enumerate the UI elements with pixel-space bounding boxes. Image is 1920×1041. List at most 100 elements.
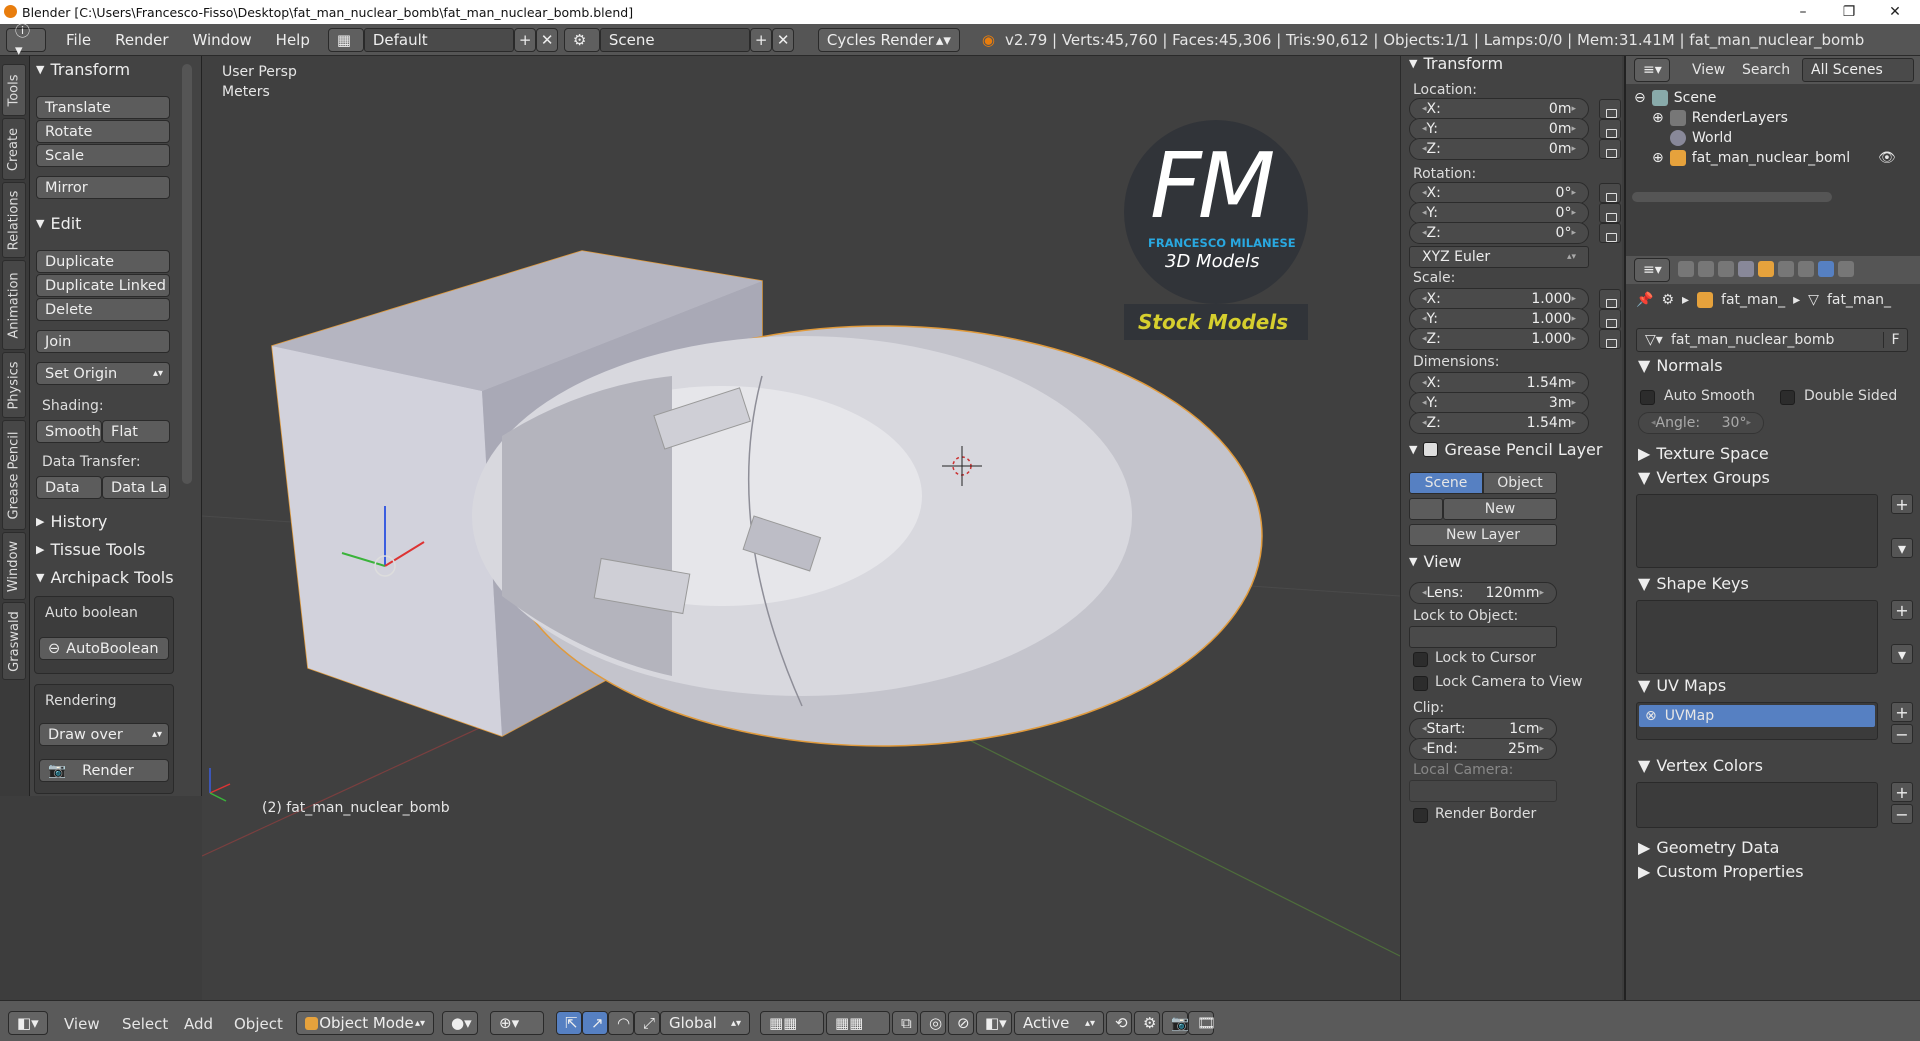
gp-pencil-icon[interactable] — [1409, 498, 1443, 520]
dimension-z-field[interactable]: ◂ Z: 1.54m ▸ — [1409, 412, 1589, 434]
add-vertex-group-button[interactable]: + — [1891, 494, 1913, 514]
flat-button[interactable]: Flat — [102, 420, 170, 443]
visibility-eye-icon[interactable]: 👁 — [1878, 150, 1896, 166]
add-scene-button[interactable]: + — [749, 27, 772, 52]
add-layout-button[interactable]: + — [513, 27, 536, 52]
custom-properties-header[interactable]: ▶ Custom Properties — [1638, 862, 1804, 881]
snap-target-select[interactable]: Active ▴▾ — [1014, 1011, 1104, 1035]
scale-z-field[interactable]: ◂ Z: 1.000 ▸ — [1409, 328, 1589, 350]
outliner-world-item[interactable]: World — [1670, 130, 1732, 146]
screen-layout-field[interactable]: Default — [363, 27, 514, 52]
menu-window[interactable]: Window — [181, 31, 264, 49]
tab-relations[interactable]: Relations — [2, 182, 26, 258]
menu-file[interactable]: File — [54, 31, 103, 49]
opengl-render-icon[interactable]: ⚙ — [1134, 1011, 1160, 1035]
delete-button[interactable]: Delete — [36, 298, 170, 321]
tab-graswald[interactable]: Graswald — [2, 602, 26, 680]
add-uv-map-button[interactable]: + — [1891, 702, 1913, 722]
lock-icon[interactable] — [1599, 99, 1621, 119]
render-engine-select[interactable]: Cycles Render ▴▾ — [817, 27, 960, 52]
constraints-tab-icon[interactable] — [1778, 261, 1794, 277]
close-button[interactable]: ✕ — [1872, 0, 1918, 24]
lock-icon[interactable] — [1599, 289, 1621, 309]
vertex-groups-header[interactable]: ▼ Vertex Groups — [1638, 468, 1770, 487]
lock-camera-checkbox[interactable] — [1413, 676, 1428, 691]
uv-maps-header[interactable]: ▼ UV Maps — [1638, 676, 1726, 695]
outliner-scrollbar[interactable] — [1632, 192, 1832, 202]
viewport-editor-button[interactable]: ◧▾ — [8, 1011, 48, 1035]
archipack-panel-header[interactable]: ▼ Archipack Tools — [36, 568, 174, 587]
set-origin-select[interactable]: Set Origin ▴▾ — [36, 362, 170, 385]
properties-editor-button[interactable]: ≡▾ — [1634, 258, 1670, 282]
location-y-field[interactable]: ◂ Y: 0m ▸ — [1409, 118, 1589, 140]
scene-field[interactable]: Scene — [599, 27, 750, 52]
add-shape-key-button[interactable]: + — [1891, 600, 1913, 620]
auto-smooth-checkbox[interactable] — [1640, 390, 1655, 405]
tab-tools[interactable]: Tools — [2, 64, 26, 116]
add-menu[interactable]: Add — [184, 1015, 213, 1033]
render-image-icon[interactable]: 📷 — [1162, 1011, 1190, 1035]
shape-keys-list[interactable] — [1636, 600, 1878, 674]
menu-help[interactable]: Help — [264, 31, 322, 49]
fake-user-button[interactable]: F — [1883, 332, 1907, 348]
normals-panel-header[interactable]: ▼ Normals — [1638, 356, 1723, 375]
viewport-shading-select[interactable]: ●▾ — [442, 1011, 478, 1035]
tissue-panel-header[interactable]: ▶ Tissue Tools — [36, 540, 145, 559]
join-button[interactable]: Join — [36, 330, 170, 353]
layers-grid-2[interactable]: ▦▦ — [826, 1011, 890, 1035]
tab-window[interactable]: Window — [2, 532, 26, 600]
minimize-button[interactable]: – — [1780, 0, 1826, 24]
rotate-button[interactable]: Rotate — [36, 120, 170, 143]
rotation-z-field[interactable]: ◂ Z: 0° ▸ — [1409, 222, 1589, 244]
layers-tab-icon[interactable] — [1698, 261, 1714, 277]
transform-panel-header[interactable]: ▼ Transform — [36, 60, 130, 79]
history-panel-header[interactable]: ▶ History — [36, 512, 107, 531]
gp-object-toggle[interactable]: Object — [1483, 472, 1557, 494]
layer-lock-icon[interactable]: ⧉ — [892, 1011, 918, 1035]
translate-button[interactable]: Translate — [36, 96, 170, 119]
mode-select[interactable]: Object Mode ▴▾ — [296, 1011, 434, 1035]
vertex-colors-header[interactable]: ▼ Vertex Colors — [1638, 756, 1763, 775]
modifiers-tab-icon[interactable] — [1798, 261, 1814, 277]
rotation-x-field[interactable]: ◂ X: 0° ▸ — [1409, 182, 1589, 204]
lock-icon[interactable] — [1599, 223, 1621, 243]
gp-new-button[interactable]: New — [1443, 498, 1557, 520]
mesh-data-tab-icon[interactable] — [1818, 261, 1834, 277]
autoboolean-button[interactable]: ⊖ AutoBoolean — [39, 637, 169, 660]
snap-toggle-icon[interactable]: ⊘ — [948, 1011, 974, 1035]
shape-keys-header[interactable]: ▼ Shape Keys — [1638, 574, 1749, 593]
pin-icon[interactable]: 📌 — [1636, 292, 1653, 308]
vertex-groups-list[interactable] — [1636, 494, 1878, 568]
smooth-button[interactable]: Smooth — [36, 420, 102, 443]
clip-start-field[interactable]: ◂ Start: 1cm ▸ — [1409, 718, 1557, 740]
grease-pencil-layer-header[interactable]: ▼ Grease Pencil Layer — [1409, 440, 1602, 459]
tab-physics[interactable]: Physics — [2, 352, 26, 418]
lens-field[interactable]: ◂ Lens: 120mm ▸ — [1409, 582, 1557, 604]
maximize-button[interactable]: ❐ — [1826, 0, 1872, 24]
rotation-y-field[interactable]: ◂ Y: 0° ▸ — [1409, 202, 1589, 224]
layers-grid-1[interactable]: ▦▦ — [760, 1011, 824, 1035]
lock-cursor-checkbox[interactable] — [1413, 652, 1428, 667]
tab-animation[interactable]: Animation — [2, 260, 26, 350]
select-menu[interactable]: Select — [122, 1015, 168, 1033]
render-border-checkbox[interactable] — [1413, 808, 1428, 823]
duplicate-linked-button[interactable]: Duplicate Linked — [36, 274, 170, 297]
draw-over-select[interactable]: Draw over ▴▾ — [39, 723, 169, 746]
uvmap-row[interactable]: ⊗ UVMap — [1639, 705, 1875, 727]
snap-element-select[interactable]: ◧▾ — [976, 1011, 1012, 1035]
vertex-group-menu-button[interactable]: ▾ — [1891, 538, 1913, 558]
n-transform-header[interactable]: ▼ Transform — [1409, 54, 1503, 73]
data-layout-button[interactable]: Data La — [102, 476, 170, 499]
render-animation-icon[interactable]: 🎞 — [1188, 1011, 1216, 1035]
view-panel-header[interactable]: ▼ View — [1409, 552, 1461, 571]
3d-viewport[interactable]: User Persp Meters (2) fat_man_nuclear_bo… — [202, 56, 1400, 1000]
rotate-manipulator-button[interactable]: ◠ — [608, 1011, 634, 1035]
world-tab-icon[interactable] — [1738, 261, 1754, 277]
lock-icon[interactable] — [1599, 203, 1621, 223]
outliner-display-select[interactable]: All Scenes — [1802, 58, 1914, 82]
geometry-data-header[interactable]: ▶ Geometry Data — [1638, 838, 1779, 857]
screen-layout-button[interactable]: ▦ — [327, 27, 364, 52]
double-sided-checkbox[interactable] — [1780, 390, 1795, 405]
duplicate-button[interactable]: Duplicate — [36, 250, 170, 273]
lock-icon[interactable] — [1599, 329, 1621, 349]
